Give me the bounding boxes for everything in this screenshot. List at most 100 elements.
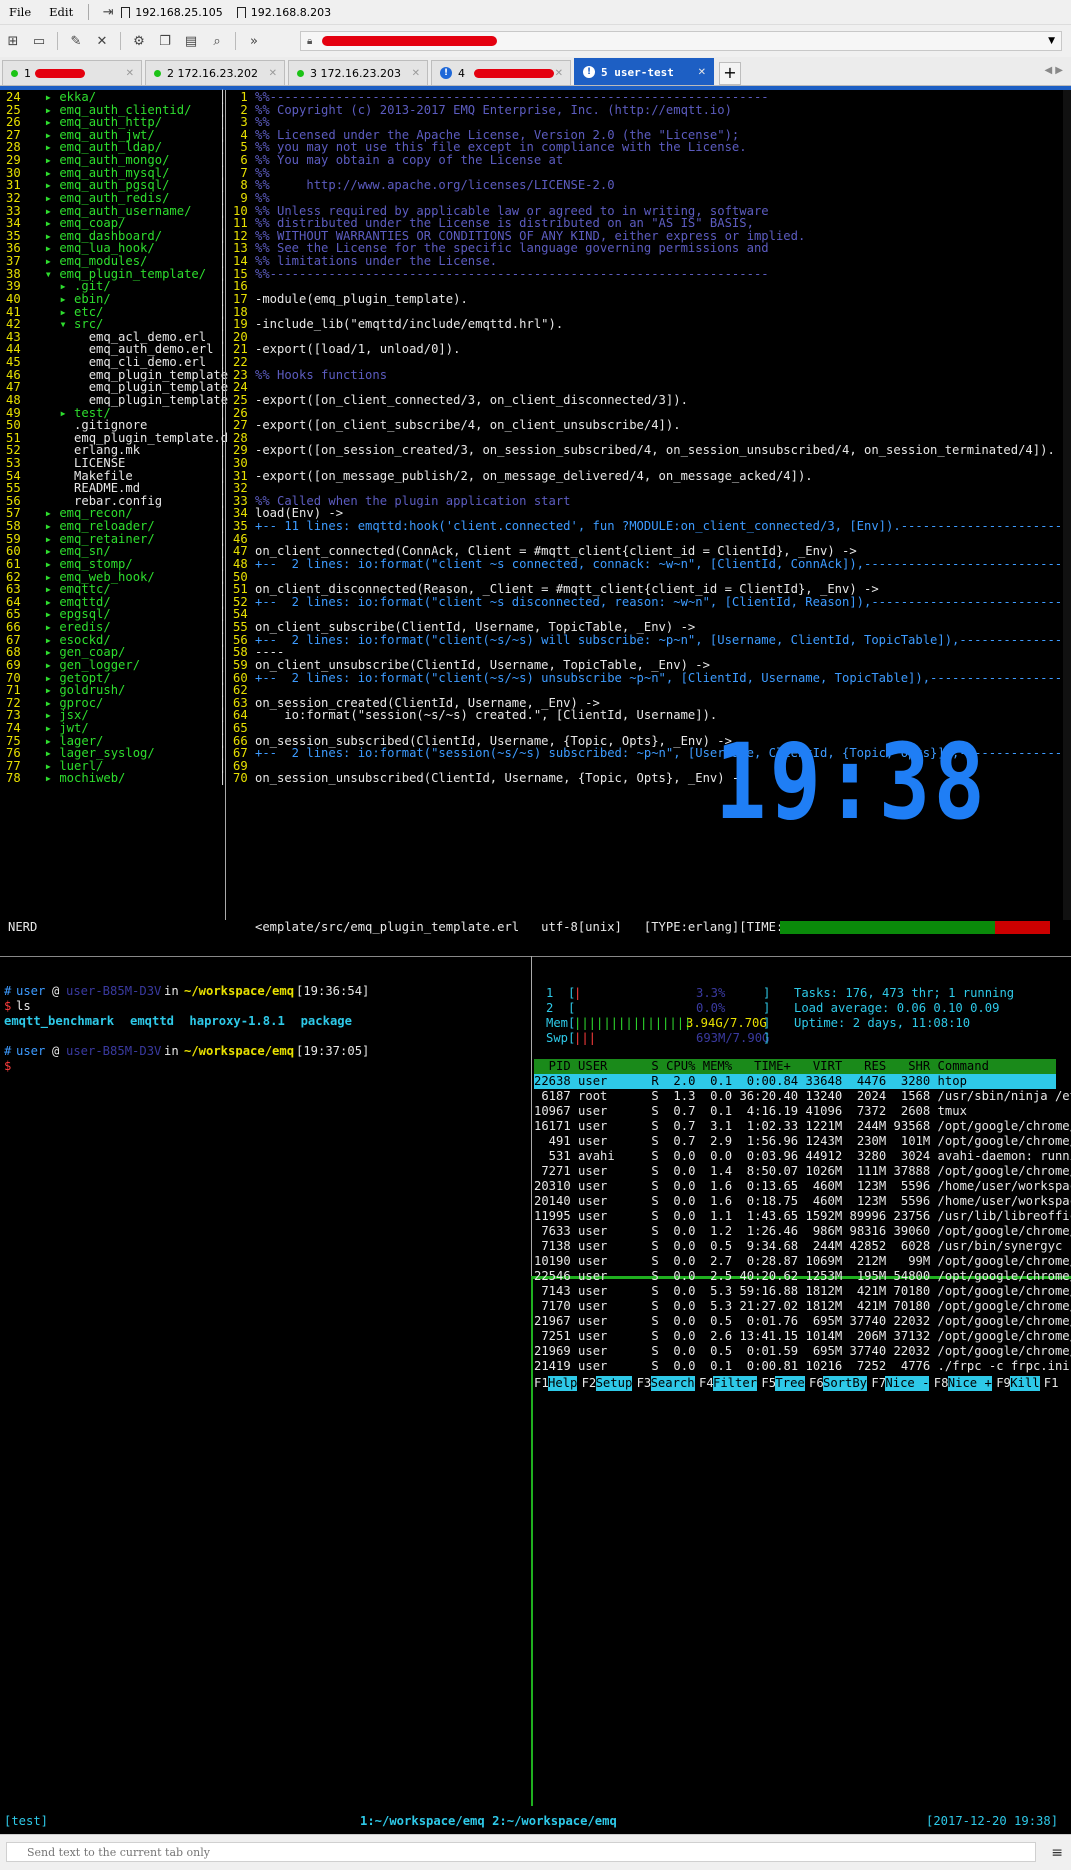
paste-icon[interactable]: ▤ <box>181 32 201 50</box>
shell-time: [19:36:54] <box>296 984 370 998</box>
warning-icon: ! <box>583 66 595 78</box>
function-key-label[interactable]: Nice - <box>885 1376 930 1391</box>
table-row[interactable]: 21419 user S 0.0 0.1 0:00.81 10216 7252 … <box>534 1359 1070 1374</box>
settings-icon[interactable]: ⚙ <box>129 32 149 50</box>
redacted-tab-name <box>474 68 554 78</box>
connected-icon <box>297 69 304 77</box>
shell-cursor: $ <box>4 1059 12 1073</box>
status-warning <box>995 921 1050 934</box>
tab-4[interactable]: ! 4 ✕ <box>431 60 571 85</box>
close-icon[interactable]: ✕ <box>412 68 420 79</box>
pane-separator <box>531 956 532 1276</box>
mem-bar: |||||||||||||||| <box>574 1016 692 1030</box>
tree-entry: ▸ mochiweb/ <box>30 771 126 785</box>
load-average: Load average: 0.06 0.10 0.09 <box>794 1001 1000 1015</box>
function-key-label[interactable]: Nice + <box>947 1376 992 1391</box>
function-key: F6 <box>809 1376 824 1390</box>
copy-icon[interactable]: ❐ <box>155 32 175 50</box>
table-row[interactable]: 21967 user S 0.0 0.5 0:01.76 695M 37740 … <box>534 1314 1071 1329</box>
file-status: <emplate/src/emq_plugin_template.erl utf… <box>255 920 828 934</box>
open-folder-icon[interactable]: ▭ <box>29 32 49 50</box>
tmux-windows[interactable]: 1:~/workspace/emq 2:~/workspace/emq <box>360 1814 617 1829</box>
more-icon[interactable]: » <box>244 32 264 50</box>
terminal[interactable]: 24 ▸ ekka/│ 25 ▸ emq_auth_clientid/│ 26 ▸ … <box>0 86 1071 1834</box>
function-key-label[interactable]: SortBy <box>823 1376 868 1391</box>
toolbar-separator <box>120 32 121 50</box>
code-line: -module(emq_plugin_template). <box>255 292 468 306</box>
tab-3[interactable]: 3 172.16.23.203 ✕ <box>288 60 428 85</box>
function-key-label[interactable]: Setup <box>595 1376 633 1391</box>
tmux-session: [test] <box>4 1814 49 1828</box>
bookmark-1[interactable]: 192.168.25.105 <box>121 6 223 19</box>
disconnect-icon[interactable]: ✕ <box>92 32 112 50</box>
shell-path: ~/workspace/emq <box>184 984 295 998</box>
table-row[interactable]: 7271 user S 0.0 1.4 8:50.07 1026M 111M 3… <box>534 1164 1071 1179</box>
function-key-label[interactable]: Search <box>650 1376 695 1391</box>
nerdtree-status: NERD <box>8 920 38 934</box>
function-key: F9 <box>996 1376 1011 1390</box>
shell-user: user <box>16 984 46 998</box>
table-row[interactable]: 6187 root S 1.3 0.0 36:20.40 13240 2024 … <box>534 1089 1071 1104</box>
address-bar[interactable]: 🔒︎ ▼ <box>300 31 1062 51</box>
bookmark-2[interactable]: 192.168.8.203 <box>236 6 331 19</box>
shell-host: user-B85M-D3V <box>66 984 162 998</box>
close-icon[interactable]: ✕ <box>126 68 134 79</box>
cpu1-label: 1 [ <box>546 986 576 1000</box>
table-row[interactable]: 20310 user S 0.0 1.6 0:13.65 460M 123M 5… <box>534 1179 1071 1194</box>
function-key-label[interactable]: Tree <box>775 1376 805 1391</box>
table-row[interactable]: 16171 user S 0.7 3.1 1:02.33 1221M 244M … <box>534 1119 1071 1134</box>
send-text-input[interactable] <box>6 1842 1036 1862</box>
forward-icon[interactable]: ⇥ <box>98 3 118 21</box>
hamburger-menu-icon[interactable]: ≡ <box>1051 1845 1063 1861</box>
function-key: F5 <box>761 1376 777 1390</box>
tab-5[interactable]: ! 5 user-test ✕ <box>574 58 714 85</box>
table-row[interactable]: 21969 user S 0.0 0.5 0:01.59 695M 37740 … <box>534 1344 1071 1359</box>
table-row[interactable]: 10967 user S 0.7 0.1 4:16.19 41096 7372 … <box>534 1104 967 1119</box>
table-row[interactable]: 491 user S 0.7 2.9 1:56.96 1243M 230M 10… <box>534 1134 1071 1149</box>
search-icon[interactable]: ⌕ <box>207 32 227 50</box>
code-line-number: 70 <box>233 771 248 785</box>
code-line: -export([on_client_subscribe/4, on_clien… <box>255 418 681 432</box>
close-icon[interactable]: ✕ <box>555 68 563 79</box>
table-row[interactable]: 11995 user S 0.0 1.1 1:43.65 1592M 89996… <box>534 1209 1071 1224</box>
table-row[interactable]: 7170 user S 0.0 5.3 21:27.02 1812M 421M … <box>534 1299 1071 1314</box>
code-line: %% Hooks functions <box>255 368 388 382</box>
new-session-icon[interactable]: ⊞ <box>3 32 23 50</box>
function-key: F3 <box>636 1376 652 1390</box>
menu-separator <box>88 4 90 20</box>
send-bar: ≡ <box>0 1834 1071 1870</box>
close-icon[interactable]: ✕ <box>269 68 277 79</box>
new-tab-button[interactable]: + <box>719 62 741 85</box>
table-row[interactable]: 531 avahi S 0.0 0.0 0:03.96 44912 3280 3… <box>534 1149 1071 1164</box>
function-key-label[interactable]: Kill <box>1010 1376 1040 1391</box>
redacted-address <box>322 36 498 46</box>
table-row[interactable]: 7143 user S 0.0 5.3 59:16.88 1812M 421M … <box>534 1284 1071 1299</box>
table-row[interactable]: 22638 user R 2.0 0.1 0:00.84 33648 4476 … <box>534 1074 1056 1089</box>
swp-label: Swp[ <box>546 1031 576 1045</box>
table-row[interactable]: 20140 user S 0.0 1.6 0:18.75 460M 123M 5… <box>534 1194 1071 1209</box>
tab-5-label: 5 user-test <box>601 65 674 79</box>
pane-separator <box>0 956 1071 957</box>
code-line: +-- 2 lines: io:format("client(~s/~s) un… <box>255 671 1063 685</box>
table-row[interactable]: 7251 user S 0.0 2.6 13:41.15 1014M 206M … <box>534 1329 1071 1344</box>
table-row[interactable]: 22546 user S 0.0 2.5 40:20.62 1253M 195M… <box>534 1269 1071 1284</box>
menu-edit[interactable]: Edit <box>40 5 82 19</box>
table-row[interactable]: 10190 user S 0.0 2.7 0:28.87 1069M 212M … <box>534 1254 1071 1269</box>
tab-1[interactable]: 1 ✕ <box>2 60 142 85</box>
function-key-label[interactable]: Help <box>548 1376 578 1391</box>
chevron-down-icon[interactable]: ▼ <box>1048 36 1055 46</box>
swp-value: 693M/7.90G <box>696 1031 770 1045</box>
connected-icon <box>154 69 161 77</box>
code-line: %% Copyright (c) 2013-2017 EMQ Enterpris… <box>255 103 732 117</box>
edit-icon[interactable]: ✎ <box>66 32 86 50</box>
tab-2[interactable]: 2 172.16.23.202 ✕ <box>145 60 285 85</box>
table-row[interactable]: 7138 user S 0.0 0.5 9:34.68 244M 42852 6… <box>534 1239 1071 1254</box>
close-icon[interactable]: ✕ <box>698 67 706 78</box>
scrollbar[interactable] <box>1063 90 1071 920</box>
tab-scroll-arrows-icon[interactable]: ◀ ▶ <box>1044 65 1063 76</box>
tab-bar: 1 ✕ 2 172.16.23.202 ✕ 3 172.16.23.203 ✕ ! 4 ✕… <box>0 57 1071 86</box>
table-row[interactable]: 7633 user S 0.0 1.2 1:26.46 986M 98316 3… <box>534 1224 1071 1239</box>
connected-icon <box>11 69 18 77</box>
menu-file[interactable]: File <box>0 5 40 19</box>
function-key-label[interactable]: Filter <box>713 1376 758 1391</box>
